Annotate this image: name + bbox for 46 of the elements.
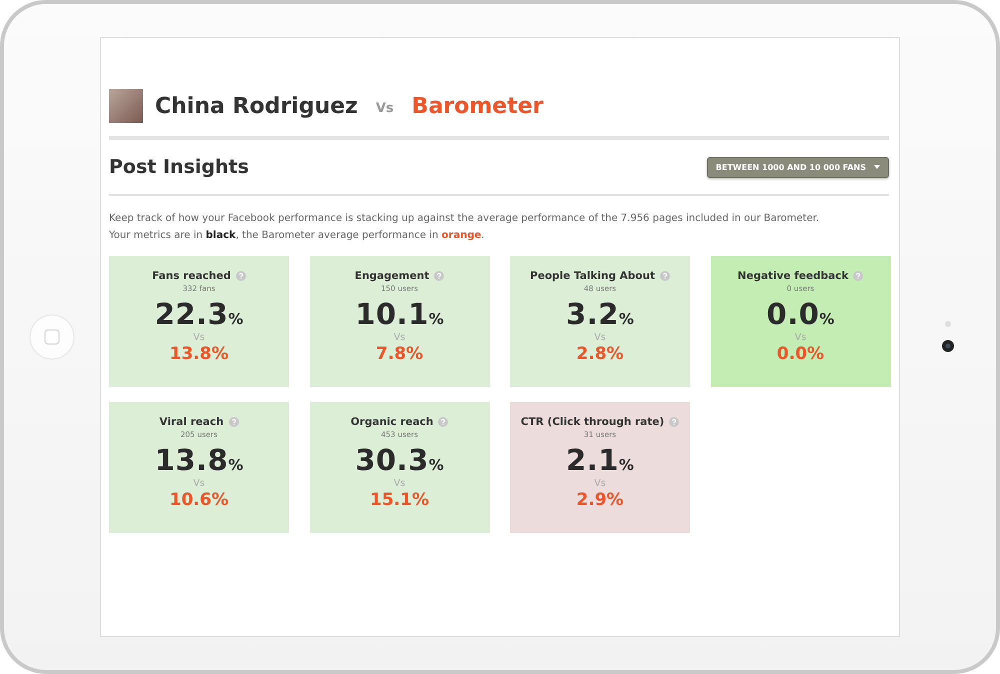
metric-value: 3.2%: [566, 297, 634, 331]
metric-title: Negative feedback: [738, 270, 848, 282]
versus-label: Vs: [394, 478, 406, 489]
metric-value: 30.3%: [355, 443, 444, 477]
versus-label: Vs: [594, 332, 606, 343]
versus-label: Vs: [594, 478, 606, 489]
home-button-icon: [29, 314, 75, 360]
help-icon[interactable]: [853, 271, 864, 281]
versus-label: Vs: [193, 332, 205, 343]
page-name: China Rodriguez: [155, 94, 358, 118]
versus-label: Vs: [376, 100, 394, 116]
fan-range-dropdown[interactable]: BETWEEN 1000 AND 10 000 FANS: [706, 156, 889, 178]
metric-value: 10.1%: [355, 297, 444, 331]
help-icon[interactable]: [434, 271, 444, 281]
barometer-value: 2.9%: [576, 490, 624, 510]
camera-icon: [940, 320, 956, 354]
help-icon[interactable]: [660, 271, 670, 281]
metric-title: Engagement: [354, 270, 430, 282]
metric-value: 22.3%: [154, 297, 244, 331]
barometer-value: 7.8%: [376, 344, 424, 364]
barometer-value: 2.8%: [576, 344, 624, 364]
metric-value: 2.1%: [566, 443, 634, 477]
help-icon[interactable]: [228, 417, 239, 427]
metric-title: Viral reach: [159, 416, 224, 428]
versus-label: Vs: [394, 332, 406, 343]
description-text: Your metrics are in black, the Barometer average performance in orange.: [109, 229, 486, 243]
help-icon[interactable]: [236, 271, 246, 281]
metric-value: 0.0%: [766, 297, 834, 331]
barometer-title: Barometer: [412, 94, 544, 118]
help-icon[interactable]: [669, 417, 680, 427]
barometer-value: 15.1%: [370, 490, 429, 510]
section-title: Post Insights: [109, 156, 249, 178]
versus-label: Vs: [794, 332, 806, 343]
caret-icon: [874, 165, 880, 169]
metric-value: 13.8%: [154, 443, 244, 477]
description-text: Keep track of how your Facebook performance is stacking up against the average performance of the 7.956 pages included in our Barometer.: [109, 212, 820, 226]
help-icon[interactable]: [438, 417, 448, 427]
barometer-value: 10.6%: [170, 490, 228, 510]
metric-title: Organic reach: [350, 416, 434, 428]
barometer-value: 13.8%: [170, 344, 228, 364]
avatar-photo-placeholder: [109, 89, 143, 123]
metric-title: Fans reached: [152, 270, 231, 282]
versus-label: Vs: [193, 478, 205, 489]
barometer-value: 0.0%: [776, 344, 824, 364]
metric-title: People Talking About: [530, 270, 655, 282]
metric-title: CTR (Click through rate): [520, 416, 664, 428]
